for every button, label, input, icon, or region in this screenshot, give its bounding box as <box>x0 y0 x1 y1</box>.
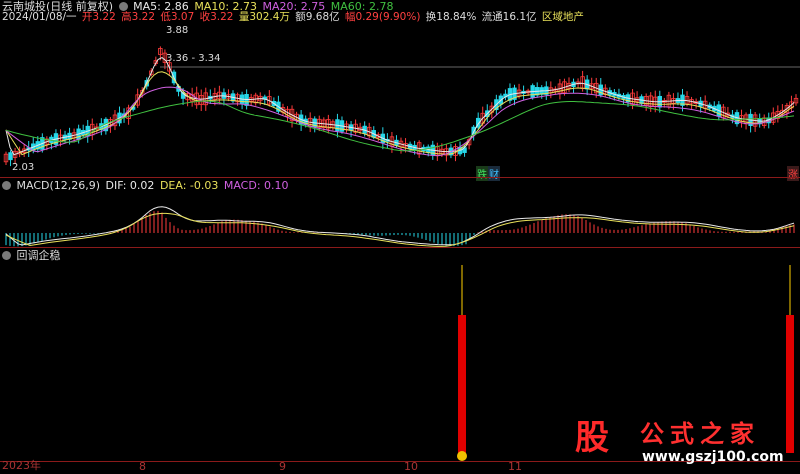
info-low: 低3.07 <box>160 11 195 23</box>
macd-dea: DEA: -0.03 <box>159 179 219 192</box>
watermark-url: www.gszj100.com <box>642 449 784 465</box>
x-axis-label-9: 9 <box>279 460 286 473</box>
range-price-label: 3.36 - 3.34 <box>166 53 221 64</box>
x-axis-label-10: 10 <box>404 460 418 473</box>
die-badge[interactable]: 跌 <box>476 166 488 181</box>
zhang-badge[interactable]: 涨 <box>787 166 799 181</box>
info-bar: 2024/01/08/一 开3.22 高3.22 低3.07 收3.22 量30… <box>2 11 586 24</box>
indicator-title[interactable]: 回调企稳 <box>17 249 61 262</box>
candlestick-series <box>3 46 800 167</box>
macd-settings-icon[interactable] <box>2 181 11 190</box>
macd-header: MACD(12,26,9) DIF: 0.02 DEA: -0.03 MACD:… <box>2 179 291 192</box>
panel-separator-2 <box>0 247 800 248</box>
info-float: 流通16.1亿 <box>481 11 537 23</box>
indicator-settings-icon[interactable] <box>2 251 11 260</box>
macd-dif: DIF: 0.02 <box>105 179 155 192</box>
info-turnover: 换18.84% <box>425 11 477 23</box>
candle-body <box>8 152 13 161</box>
watermark-logo-char: 股 <box>575 418 609 458</box>
watermark: 股 公式之家 www.gszj100.com <box>560 412 792 468</box>
panel-separator-1 <box>0 177 800 178</box>
info-open: 开3.22 <box>81 11 116 23</box>
info-date: 2024/01/08/一 <box>2 11 77 23</box>
cai-badge[interactable]: 财 <box>488 166 500 181</box>
indicator-header: 回调企稳 <box>2 249 63 262</box>
x-axis-label-8: 8 <box>139 460 146 473</box>
info-amount: 额9.68亿 <box>295 11 340 23</box>
signal-bar <box>458 315 466 453</box>
x-axis-label-2023: 2023年 <box>2 459 41 472</box>
macd-title[interactable]: MACD(12,26,9) <box>17 179 101 192</box>
high-price-label: 3.88 <box>166 25 189 36</box>
low-price-label: 2.03 <box>12 162 35 173</box>
dif-line <box>5 206 795 246</box>
x-axis-label-11: 11 <box>508 460 522 473</box>
info-sector[interactable]: 区域地产 <box>542 11 584 23</box>
info-volume: 量302.4万 <box>238 11 290 23</box>
signal-marker-icon[interactable] <box>457 451 467 461</box>
ma5-line <box>5 57 795 156</box>
info-close: 收3.22 <box>199 11 234 23</box>
info-change: 幅0.29(9.90%) <box>344 11 421 23</box>
macd-series <box>5 206 795 247</box>
kline-chart-canvas[interactable] <box>0 0 800 474</box>
macd-value: MACD: 0.10 <box>223 179 289 192</box>
watermark-title: 公式之家 <box>640 420 760 448</box>
settings-dot-icon[interactable] <box>118 2 128 11</box>
info-high: 高3.22 <box>121 11 156 23</box>
watermark-logo: 股 <box>568 414 616 462</box>
